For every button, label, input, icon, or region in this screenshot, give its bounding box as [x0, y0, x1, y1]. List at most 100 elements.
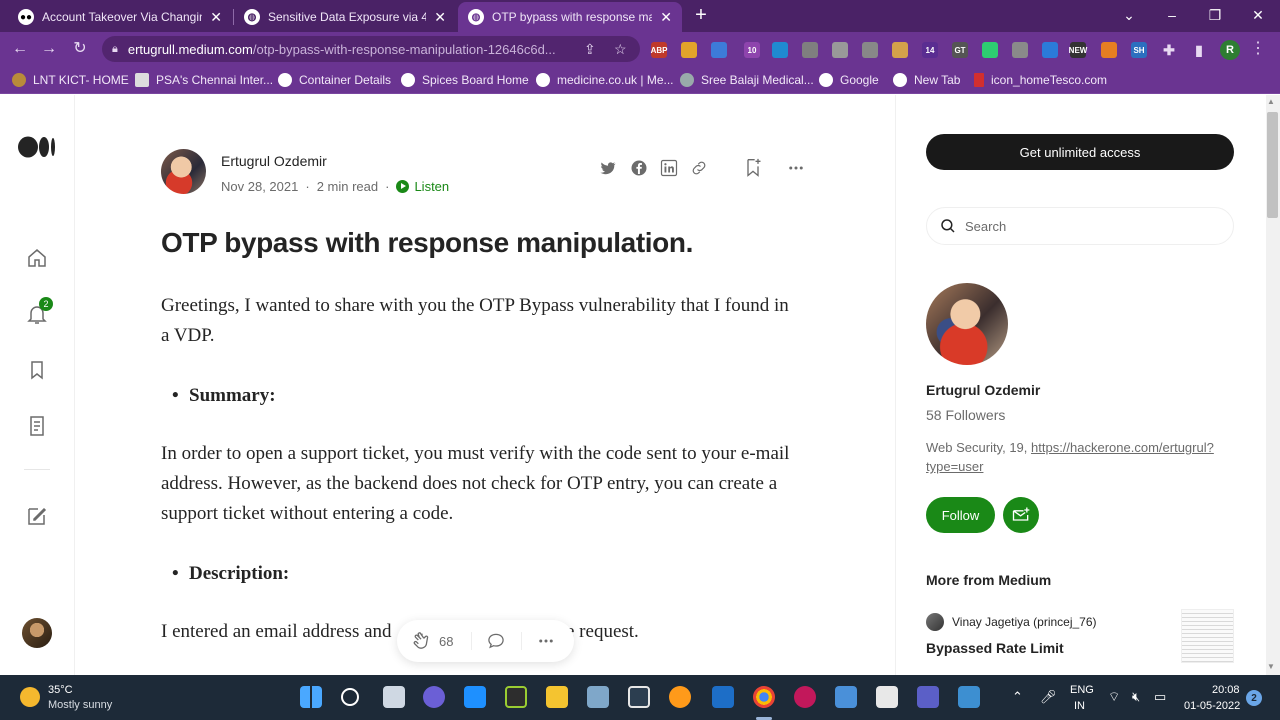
- close-window-button[interactable]: ✕: [1246, 4, 1270, 26]
- pycharm-icon[interactable]: [505, 686, 527, 708]
- tab-otp-bypass[interactable]: ◍ OTP bypass with response manip ✕: [458, 2, 682, 32]
- recommended-author-name[interactable]: Vinay Jagetiya (princej_76): [952, 615, 1097, 629]
- follow-button[interactable]: Follow: [926, 497, 995, 533]
- tab-sensitive-data[interactable]: ◍ Sensitive Data Exposure via 403 F ✕: [234, 2, 456, 32]
- share-icon[interactable]: ⇪: [584, 41, 596, 58]
- recommended-article-thumbnail[interactable]: [1181, 609, 1234, 663]
- copy-link-icon[interactable]: [690, 159, 708, 177]
- notification-center-badge[interactable]: 2: [1246, 690, 1262, 706]
- bookmark-lnt[interactable]: LNT KICT- HOME: [12, 71, 129, 89]
- extension-icon[interactable]: [802, 42, 818, 58]
- more-options-icon[interactable]: [787, 159, 805, 177]
- grammarly-extension-icon[interactable]: [982, 42, 998, 58]
- more-actions-icon[interactable]: [537, 632, 555, 650]
- camera-extension-icon[interactable]: [832, 42, 848, 58]
- chrome-icon[interactable]: [753, 686, 775, 708]
- file-explorer-icon[interactable]: [546, 686, 568, 708]
- monitor-app-icon[interactable]: [464, 686, 486, 708]
- reload-icon[interactable]: ↻: [69, 38, 91, 60]
- weather-description[interactable]: Mostly sunny: [48, 699, 112, 711]
- app-icon[interactable]: [712, 686, 734, 708]
- back-icon[interactable]: ←: [9, 38, 31, 60]
- follower-count[interactable]: 58 Followers: [926, 407, 1005, 423]
- bookmarks-icon[interactable]: [25, 358, 49, 382]
- adblock-extension-icon[interactable]: ABP: [651, 42, 667, 58]
- home-icon[interactable]: [25, 246, 49, 270]
- profile-avatar[interactable]: R: [1220, 40, 1240, 60]
- cookie-extension-icon[interactable]: [892, 42, 908, 58]
- author-avatar[interactable]: [161, 149, 206, 194]
- weather-temperature[interactable]: 35°C: [48, 684, 73, 696]
- scroll-up-arrow-icon[interactable]: ▲: [1267, 97, 1275, 106]
- medium-logo-icon[interactable]: [18, 136, 58, 158]
- bookmark-medicine[interactable]: medicine.co.uk | Me...: [536, 71, 674, 89]
- scrollbar-thumb[interactable]: [1267, 112, 1278, 218]
- bookmark-container-details[interactable]: Container Details: [278, 71, 391, 89]
- tab-account-takeover[interactable]: ●● Account Takeover Via Changing R ✕: [8, 2, 232, 32]
- sidebar-author-avatar[interactable]: [926, 283, 1008, 365]
- facebook-icon[interactable]: [630, 159, 648, 177]
- listen-button[interactable]: Listen: [396, 179, 449, 194]
- menu-kebab-icon[interactable]: ⋮: [1247, 38, 1269, 60]
- teams-chat-icon[interactable]: [423, 686, 445, 708]
- shield-extension-icon[interactable]: [1012, 42, 1028, 58]
- sidebar-author-name[interactable]: Ertugrul Ozdemir: [926, 382, 1040, 398]
- volume-muted-icon[interactable]: 🔇︎: [1132, 689, 1140, 705]
- bookmark-spices-board[interactable]: Spices Board Home: [401, 71, 529, 89]
- chevron-up-icon[interactable]: ⌃: [1012, 689, 1023, 705]
- comment-icon[interactable]: [486, 631, 506, 651]
- extension-icon[interactable]: NEW: [1069, 42, 1087, 58]
- translate-extension-icon[interactable]: GT: [952, 42, 968, 58]
- stories-icon[interactable]: [25, 414, 49, 438]
- new-tab-button[interactable]: +: [690, 5, 712, 27]
- author-name[interactable]: Ertugrul Ozdemir: [221, 153, 327, 169]
- search-taskbar-icon[interactable]: [341, 688, 359, 706]
- app-icon[interactable]: [587, 686, 609, 708]
- side-panel-icon[interactable]: ▮: [1191, 42, 1207, 58]
- extension-icon[interactable]: [772, 42, 788, 58]
- restore-button[interactable]: ❐: [1203, 4, 1227, 26]
- sun-icon[interactable]: [20, 687, 40, 707]
- virtualbox-icon[interactable]: [628, 686, 650, 708]
- close-tab-icon[interactable]: ✕: [434, 9, 446, 26]
- get-unlimited-access-button[interactable]: Get unlimited access: [926, 134, 1234, 170]
- close-tab-icon[interactable]: ✕: [210, 9, 222, 26]
- subscribe-email-button[interactable]: [1003, 497, 1039, 533]
- write-icon[interactable]: [25, 504, 49, 528]
- scroll-down-arrow-icon[interactable]: ▼: [1267, 662, 1275, 671]
- java-icon[interactable]: [876, 686, 898, 708]
- recommended-article-title[interactable]: Bypassed Rate Limit: [926, 640, 1064, 656]
- region-indicator[interactable]: IN: [1074, 700, 1085, 712]
- bookmark-sree-balaji[interactable]: Sree Balaji Medical...: [680, 71, 814, 89]
- extension-icon[interactable]: [711, 42, 727, 58]
- microphone-icon[interactable]: 🎤︎: [1040, 689, 1057, 705]
- linkedin-icon[interactable]: [660, 159, 678, 177]
- clock-date[interactable]: 01-05-2022: [1184, 700, 1240, 712]
- save-bookmark-icon[interactable]: [743, 157, 763, 179]
- start-windows-icon[interactable]: [300, 686, 322, 708]
- app-icon[interactable]: [917, 686, 939, 708]
- puzzle-extensions-icon[interactable]: ✚: [1161, 42, 1177, 58]
- extension-badge-icon[interactable]: 10: [744, 42, 760, 58]
- app-icon[interactable]: [669, 686, 691, 708]
- extension-icon[interactable]: SH: [1131, 42, 1147, 58]
- clock-time[interactable]: 20:08: [1212, 684, 1240, 696]
- battery-icon[interactable]: ▭: [1154, 689, 1166, 705]
- bookmark-google[interactable]: Google: [819, 71, 879, 89]
- user-avatar[interactable]: [22, 618, 52, 648]
- twitter-icon[interactable]: [599, 159, 617, 177]
- language-indicator[interactable]: ENG: [1070, 684, 1094, 696]
- recommended-author-avatar[interactable]: [926, 613, 944, 631]
- minimize-button[interactable]: –: [1160, 4, 1184, 26]
- forward-icon[interactable]: →: [38, 38, 60, 60]
- notepad-icon[interactable]: [835, 686, 857, 708]
- search-box[interactable]: [926, 207, 1234, 245]
- clap-icon[interactable]: [411, 630, 433, 652]
- bookmark-tesco[interactable]: icon_homeTesco.com: [974, 71, 1107, 89]
- bookmark-new-tab[interactable]: New Tab: [893, 71, 960, 89]
- extension-icon[interactable]: [1042, 42, 1058, 58]
- close-tab-icon[interactable]: ✕: [660, 9, 672, 26]
- screen-capture-icon[interactable]: [958, 686, 980, 708]
- bookmark-psa[interactable]: PSA's Chennai Inter...: [135, 71, 273, 89]
- app-icon[interactable]: [794, 686, 816, 708]
